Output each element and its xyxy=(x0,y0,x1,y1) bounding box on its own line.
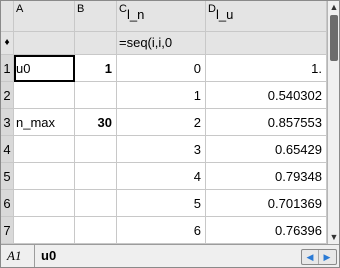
column-header-a[interactable]: A xyxy=(14,1,75,32)
cell-b3[interactable]: 30 xyxy=(75,109,117,136)
formula-row: ♦ =seq(i,i,0 xyxy=(1,32,327,55)
table-row: 1 u0 1 0 1. xyxy=(1,55,327,82)
row-number[interactable]: 3 xyxy=(1,109,14,136)
row-number[interactable]: 1 xyxy=(1,55,14,82)
formula-cell-c[interactable]: =seq(i,i,0 xyxy=(117,32,206,55)
column-name-d: l_u xyxy=(215,7,234,22)
cell-a4[interactable] xyxy=(14,136,75,163)
column-letter-d: D xyxy=(208,3,216,15)
cell-d3[interactable]: 0.857553 xyxy=(206,109,327,136)
row-number[interactable]: 4 xyxy=(1,136,14,163)
row-number[interactable]: 6 xyxy=(1,190,14,217)
cell-c1[interactable]: 0 xyxy=(117,55,206,82)
column-letter-a: A xyxy=(16,3,24,15)
formula-cell-b[interactable] xyxy=(75,32,117,55)
vertical-scrollbar[interactable]: ▲ ▼ xyxy=(327,1,339,244)
cell-b2[interactable] xyxy=(75,82,117,109)
cell-reference: A1 xyxy=(7,248,22,263)
cell-d6[interactable]: 0.701369 xyxy=(206,190,327,217)
cell-a6[interactable] xyxy=(14,190,75,217)
formula-row-marker: ♦ xyxy=(1,32,14,55)
cell-b7[interactable] xyxy=(75,217,117,244)
cell-d2[interactable]: 0.540302 xyxy=(206,82,327,109)
cell-c4[interactable]: 3 xyxy=(117,136,206,163)
cell-contents-field[interactable]: u0 xyxy=(41,248,56,263)
cell-a7[interactable] xyxy=(14,217,75,244)
row-number[interactable]: 5 xyxy=(1,163,14,190)
cell-b4[interactable] xyxy=(75,136,117,163)
row-number[interactable]: 7 xyxy=(1,217,14,244)
nav-left-icon[interactable]: ◀ xyxy=(302,250,319,264)
entry-line: A1 u0 ◀ ▶ xyxy=(1,244,339,267)
column-header-d[interactable]: Dl_u xyxy=(206,1,327,32)
cell-b1[interactable]: 1 xyxy=(75,55,117,82)
column-header-c[interactable]: Cl_n xyxy=(117,1,206,32)
cell-a2[interactable] xyxy=(14,82,75,109)
nav-right-icon[interactable]: ▶ xyxy=(319,250,335,264)
cell-c3[interactable]: 2 xyxy=(117,109,206,136)
table-row: 2 1 0.540302 xyxy=(1,82,327,109)
navigation-buttons: ◀ ▶ xyxy=(301,249,337,265)
cell-c7[interactable]: 6 xyxy=(117,217,206,244)
column-header-b[interactable]: B xyxy=(75,1,117,32)
cell-a5[interactable] xyxy=(14,163,75,190)
spreadsheet-window: A B Cl_n Dl_u ♦ =seq(i,i,0 1 u0 1 0 1. 2… xyxy=(0,0,340,268)
corner-cell[interactable] xyxy=(1,1,14,32)
table-row: 6 5 0.701369 xyxy=(1,190,327,217)
cell-d7[interactable]: 0.76396 xyxy=(206,217,327,244)
column-letter-c: C xyxy=(119,3,127,15)
cell-a3[interactable]: n_max xyxy=(14,109,75,136)
column-letter-b: B xyxy=(77,3,85,15)
scroll-down-icon[interactable]: ▼ xyxy=(329,232,339,243)
cell-d4[interactable]: 0.65429 xyxy=(206,136,327,163)
row-number[interactable]: 2 xyxy=(1,82,14,109)
scroll-up-icon[interactable]: ▲ xyxy=(329,2,339,13)
cell-d5[interactable]: 0.79348 xyxy=(206,163,327,190)
table-row: 5 4 0.79348 xyxy=(1,163,327,190)
spreadsheet-grid: A B Cl_n Dl_u ♦ =seq(i,i,0 1 u0 1 0 1. 2… xyxy=(1,1,327,244)
cell-b6[interactable] xyxy=(75,190,117,217)
cell-d1[interactable]: 1. xyxy=(206,55,327,82)
column-header-row: A B Cl_n Dl_u xyxy=(1,1,327,32)
table-row: 4 3 0.65429 xyxy=(1,136,327,163)
cell-a1[interactable]: u0 xyxy=(14,55,75,82)
formula-cell-d[interactable] xyxy=(206,32,327,55)
table-row: 7 6 0.76396 xyxy=(1,217,327,244)
entry-divider xyxy=(34,245,35,267)
scrollbar-thumb[interactable] xyxy=(330,15,338,61)
cell-b5[interactable] xyxy=(75,163,117,190)
formula-cell-a[interactable] xyxy=(14,32,75,55)
column-name-c: l_n xyxy=(126,7,145,22)
cell-c5[interactable]: 4 xyxy=(117,163,206,190)
cell-c2[interactable]: 1 xyxy=(117,82,206,109)
cell-c6[interactable]: 5 xyxy=(117,190,206,217)
table-row: 3 n_max 30 2 0.857553 xyxy=(1,109,327,136)
